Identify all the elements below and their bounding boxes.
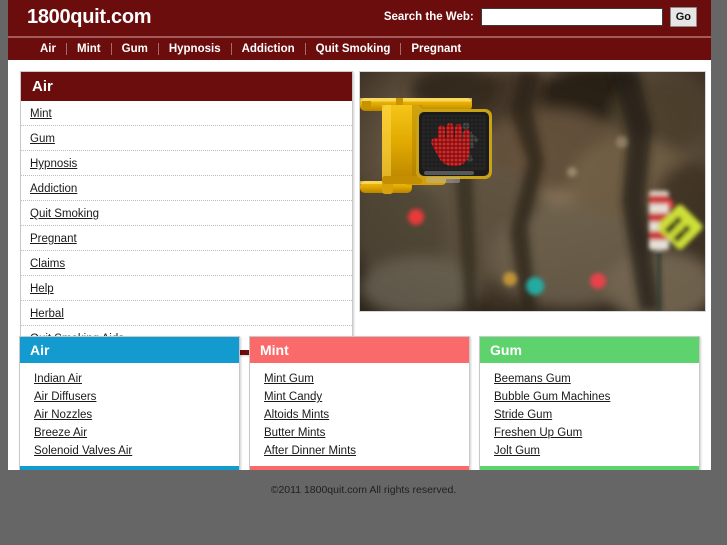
list-item: Mint Gum: [250, 369, 469, 387]
air-link-solenoid-valves-air[interactable]: Solenoid Valves Air: [34, 445, 132, 457]
nav-item-air[interactable]: Air: [30, 43, 66, 55]
main-link-addiction[interactable]: Addiction: [30, 183, 77, 195]
category-panels: Air Indian Air Air Diffusers Air Nozzles…: [8, 336, 711, 472]
main-link-herbal[interactable]: Herbal: [30, 308, 64, 320]
copyright-text: ©2011 1800quit.com All rights reserved.: [270, 484, 457, 496]
list-item: Altoids Mints: [250, 405, 469, 423]
list-item: Bubble Gum Machines: [480, 387, 699, 405]
main-panel-title: Air: [21, 72, 352, 101]
list-item: Indian Air: [20, 369, 239, 387]
list-item: Freshen Up Gum: [480, 423, 699, 441]
list-item: Stride Gum: [480, 405, 699, 423]
list-item: Pregnant: [21, 226, 352, 251]
gum-link-beemans-gum[interactable]: Beemans Gum: [494, 373, 571, 385]
list-item: Butter Mints: [250, 423, 469, 441]
gum-link-jolt-gum[interactable]: Jolt Gum: [494, 445, 540, 457]
air-link-breeze-air[interactable]: Breeze Air: [34, 427, 87, 439]
list-item: Gum: [21, 126, 352, 151]
list-item: Quit Smoking: [21, 201, 352, 226]
gum-link-stride-gum[interactable]: Stride Gum: [494, 409, 552, 421]
mint-link-mint-candy[interactable]: Mint Candy: [264, 391, 322, 403]
list-item: Air Nozzles: [20, 405, 239, 423]
mint-link-mint-gum[interactable]: Mint Gum: [264, 373, 314, 385]
go-button[interactable]: Go: [669, 7, 697, 27]
category-panel-gum: Gum Beemans Gum Bubble Gum Machines Stri…: [479, 336, 700, 472]
list-item: Hypnosis: [21, 151, 352, 176]
list-item: Beemans Gum: [480, 369, 699, 387]
hero-illustration: [360, 72, 705, 311]
main-link-quit-smoking[interactable]: Quit Smoking: [30, 208, 99, 220]
main-panel-list: Mint Gum Hypnosis Addiction Quit Smoking…: [21, 101, 352, 350]
search-input[interactable]: [480, 8, 663, 26]
main-navigation: Air Mint Gum Hypnosis Addiction Quit Smo…: [8, 38, 711, 60]
category-list-mint: Mint Gum Mint Candy Altoids Mints Butter…: [250, 363, 469, 466]
list-item: Addiction: [21, 176, 352, 201]
air-link-indian-air[interactable]: Indian Air: [34, 373, 82, 385]
main-link-help[interactable]: Help: [30, 283, 54, 295]
category-list-air: Indian Air Air Diffusers Air Nozzles Bre…: [20, 363, 239, 466]
list-item: Breeze Air: [20, 423, 239, 441]
category-title-air: Air: [20, 337, 239, 363]
main-link-hypnosis[interactable]: Hypnosis: [30, 158, 77, 170]
list-item: Claims: [21, 251, 352, 276]
list-item: Herbal: [21, 301, 352, 326]
list-item: Help: [21, 276, 352, 301]
main-category-panel: Air Mint Gum Hypnosis Addiction Quit Smo…: [20, 71, 353, 355]
gum-link-bubble-gum-machines[interactable]: Bubble Gum Machines: [494, 391, 610, 403]
mint-link-after-dinner-mints[interactable]: After Dinner Mints: [264, 445, 356, 457]
category-title-mint: Mint: [250, 337, 469, 363]
list-item: Jolt Gum: [480, 441, 699, 459]
list-item: Mint Candy: [250, 387, 469, 405]
air-link-air-nozzles[interactable]: Air Nozzles: [34, 409, 92, 421]
search-label: Search the Web:: [383, 11, 474, 23]
site-header: 1800quit.com Search the Web: Go: [8, 0, 711, 36]
nav-item-mint[interactable]: Mint: [67, 43, 111, 55]
main-link-pregnant[interactable]: Pregnant: [30, 233, 77, 245]
nav-item-gum[interactable]: Gum: [112, 43, 158, 55]
site-footer: ©2011 1800quit.com All rights reserved.: [0, 470, 727, 545]
list-item: After Dinner Mints: [250, 441, 469, 459]
main-link-claims[interactable]: Claims: [30, 258, 65, 270]
list-item: Mint: [21, 101, 352, 126]
list-item: Air Diffusers: [20, 387, 239, 405]
mint-link-butter-mints[interactable]: Butter Mints: [264, 427, 325, 439]
category-panel-mint: Mint Mint Gum Mint Candy Altoids Mints B…: [249, 336, 470, 472]
mint-link-altoids-mints[interactable]: Altoids Mints: [264, 409, 329, 421]
nav-item-hypnosis[interactable]: Hypnosis: [159, 43, 231, 55]
search-area: Search the Web: Go: [384, 7, 697, 27]
nav-item-quit-smoking[interactable]: Quit Smoking: [306, 43, 401, 55]
main-link-mint[interactable]: Mint: [30, 108, 52, 120]
gum-link-freshen-up-gum[interactable]: Freshen Up Gum: [494, 427, 582, 439]
main-link-gum[interactable]: Gum: [30, 133, 55, 145]
air-link-air-diffusers[interactable]: Air Diffusers: [34, 391, 96, 403]
category-panel-air: Air Indian Air Air Diffusers Air Nozzles…: [19, 336, 240, 472]
main-content: Air Mint Gum Hypnosis Addiction Quit Smo…: [8, 60, 711, 472]
hero-image: [359, 71, 706, 312]
category-title-gum: Gum: [480, 337, 699, 363]
list-item: Solenoid Valves Air: [20, 441, 239, 459]
category-list-gum: Beemans Gum Bubble Gum Machines Stride G…: [480, 363, 699, 466]
top-row: Air Mint Gum Hypnosis Addiction Quit Smo…: [8, 70, 711, 355]
nav-item-addiction[interactable]: Addiction: [232, 43, 305, 55]
site-logo[interactable]: 1800quit.com: [27, 6, 152, 29]
nav-item-pregnant[interactable]: Pregnant: [401, 43, 471, 55]
page-container: 1800quit.com Search the Web: Go Air Mint…: [8, 0, 711, 472]
